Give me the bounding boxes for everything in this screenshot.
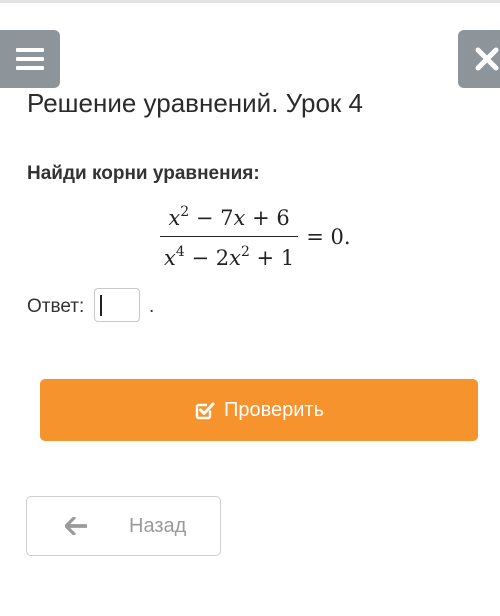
task-heading: Найди корни уравнения:	[27, 163, 260, 184]
answer-period: .	[149, 296, 155, 317]
page-title: Решение уравнений. Урок 4	[27, 88, 363, 118]
close-button[interactable]	[458, 30, 500, 88]
answer-label: Ответ:	[27, 296, 85, 317]
top-divider	[0, 0, 500, 3]
checkbox-check-icon	[195, 402, 215, 420]
equation: x2 − 7x + 6 x4 − 2x2 + 1 = 0.	[160, 204, 351, 270]
menu-icon	[16, 48, 44, 70]
check-button-label: Проверить	[223, 398, 325, 421]
equation-denominator: x4 − 2x2 + 1	[160, 236, 299, 270]
menu-button[interactable]	[0, 30, 60, 88]
check-button[interactable]: Проверить	[40, 379, 478, 441]
back-button[interactable]: Назад	[26, 496, 221, 556]
equation-numerator: x2 − 7x + 6	[168, 204, 290, 230]
back-button-label: Назад	[129, 514, 187, 537]
close-icon	[475, 47, 499, 71]
equation-rhs: = 0.	[306, 225, 351, 249]
arrow-left-icon	[65, 517, 87, 535]
text-caret	[100, 295, 102, 316]
equation-fraction: x2 − 7x + 6 x4 − 2x2 + 1	[160, 204, 299, 270]
